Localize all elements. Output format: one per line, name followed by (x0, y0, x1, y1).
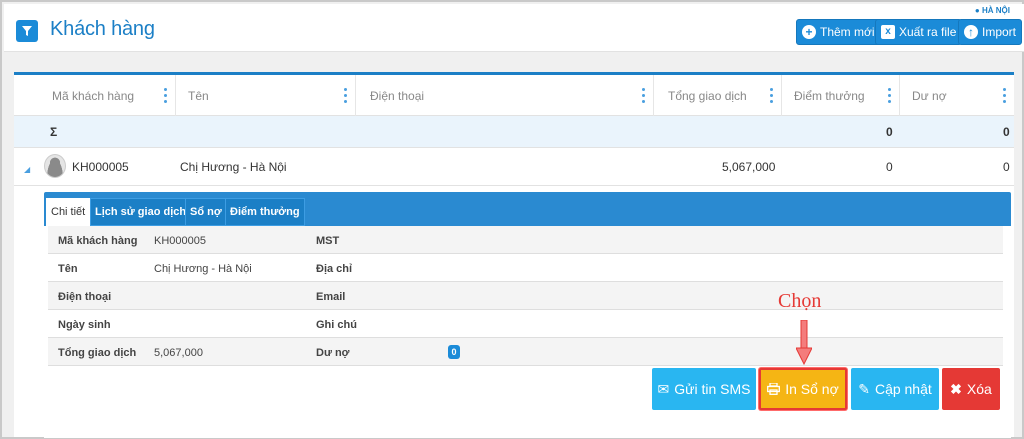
total-label: Tổng giao dịch (58, 347, 137, 359)
tab-detail[interactable]: Chi tiết (46, 198, 91, 226)
note-label: Ghi chú (316, 319, 357, 331)
sum-symbol: Σ (50, 125, 58, 139)
address-label: Địa chỉ (316, 263, 353, 275)
info-row: Mã khách hàng KH000005 MST (48, 226, 1003, 254)
export-file-button[interactable]: x Xuất ra file (875, 19, 963, 45)
add-new-label: Thêm mới (820, 25, 875, 39)
column-label: Mã khách hàng (52, 88, 135, 103)
tab-transaction-history[interactable]: Lịch sử giao dịch (90, 198, 192, 226)
export-label: Xuất ra file (899, 25, 957, 39)
column-label: Dư nợ (912, 88, 947, 103)
column-header-points[interactable]: Điểm thưởng (782, 75, 900, 116)
debt-badge: 0 (448, 345, 460, 359)
code-value: KH000005 (154, 235, 206, 247)
code-label: Mã khách hàng (58, 235, 138, 247)
email-label: Email (316, 291, 346, 303)
print-debt-book-button[interactable]: In Sổ nợ (759, 368, 847, 410)
location-pin-icon: ● (974, 6, 980, 15)
table-row[interactable]: ◢ KH000005 Chị Hương - Hà Nội 5,067,000 … (14, 148, 1014, 186)
name-value: Chị Hương - Hà Nội (154, 263, 252, 275)
delete-button[interactable]: ✖ Xóa (942, 368, 1000, 410)
send-sms-button[interactable]: ✉ Gửi tin SMS (652, 368, 756, 410)
tax-label: MST (316, 235, 340, 247)
tab-debt-book[interactable]: Sổ nợ (185, 198, 227, 226)
avatar (44, 154, 66, 178)
app-frame: Khách hàng ● HÀ NỘI + Thêm mới x Xuất ra… (0, 0, 1024, 439)
region-label: ● HÀ NỘI (975, 6, 1010, 15)
import-label: Import (982, 25, 1017, 39)
column-label: Tổng giao dịch (668, 88, 747, 103)
customer-total: 5,067,000 (722, 160, 776, 174)
info-row: Ngày sinh Ghi chú (48, 310, 1003, 338)
column-label: Điểm thưởng (794, 88, 865, 103)
name-label: Tên (58, 263, 78, 275)
excel-icon: x (881, 25, 895, 39)
column-header-name[interactable]: Tên (176, 75, 356, 116)
collapse-caret-icon[interactable]: ◢ (24, 165, 30, 174)
column-menu-icon[interactable] (164, 88, 167, 103)
column-menu-icon[interactable] (888, 88, 891, 103)
column-header-code[interactable]: Mã khách hàng (38, 75, 176, 116)
detail-tabbar: Chi tiết Lịch sử giao dịch Sổ nợ Điểm th… (44, 192, 1011, 226)
column-menu-icon[interactable] (642, 88, 645, 103)
import-button[interactable]: ↑ Import (958, 19, 1023, 45)
info-row: Tên Chị Hương - Hà Nội Địa chỉ (48, 254, 1003, 282)
detail-info: Mã khách hàng KH000005 MST Tên Chị Hương… (48, 226, 1003, 367)
customer-debt: 0 (1003, 160, 1010, 174)
customer-name: Chị Hương - Hà Nội (180, 160, 287, 174)
debt-label: Dư nợ (316, 347, 350, 359)
column-menu-icon[interactable] (770, 88, 773, 103)
edit-icon: ✎ (858, 380, 870, 397)
printer-icon (767, 383, 781, 395)
print-debt-book-label: In Sổ nợ (785, 381, 839, 397)
update-button[interactable]: ✎ Cập nhật (851, 368, 939, 410)
envelope-icon: ✉ (657, 380, 670, 397)
customer-code: KH000005 (72, 160, 129, 174)
delete-label: Xóa (966, 381, 992, 397)
table-header: Mã khách hàng Tên Điện thoại Tổng giao d… (14, 75, 1014, 116)
plus-icon: + (802, 25, 816, 39)
filter-icon (22, 26, 32, 36)
update-label: Cập nhật (874, 381, 932, 397)
callout-label: Chọn (778, 290, 822, 312)
total-value: 5,067,000 (154, 347, 203, 359)
filter-button[interactable] (16, 20, 38, 42)
page-header: Khách hàng ● HÀ NỘI + Thêm mới x Xuất ra… (4, 4, 1024, 52)
sum-points: 0 (886, 125, 893, 139)
column-label: Tên (188, 88, 209, 103)
info-row: Tổng giao dịch 5,067,000 Dư nợ 0 (48, 338, 1003, 366)
column-header-total[interactable]: Tổng giao dịch (654, 75, 782, 116)
column-header-debt[interactable]: Dư nợ (900, 75, 1014, 116)
column-label: Điện thoại (370, 88, 425, 103)
down-arrow-icon (796, 320, 812, 366)
add-new-button[interactable]: + Thêm mới (796, 19, 881, 45)
send-sms-label: Gửi tin SMS (674, 381, 751, 397)
phone-label: Điện thoại (58, 291, 112, 303)
region-name: HÀ NỘI (982, 6, 1010, 15)
info-row: Điện thoại Email (48, 282, 1003, 310)
customer-points: 0 (886, 160, 893, 174)
birthday-label: Ngày sinh (58, 319, 111, 331)
column-menu-icon[interactable] (344, 88, 347, 103)
sum-debt: 0 (1003, 125, 1010, 139)
cloud-upload-icon: ↑ (964, 25, 978, 39)
close-icon: ✖ (950, 380, 962, 397)
tab-reward-points[interactable]: Điểm thưởng (225, 198, 305, 226)
column-header-phone[interactable]: Điện thoại (356, 75, 654, 116)
page-title: Khách hàng (50, 18, 155, 40)
summary-row: Σ 0 0 (14, 116, 1014, 148)
column-menu-icon[interactable] (1003, 88, 1006, 103)
